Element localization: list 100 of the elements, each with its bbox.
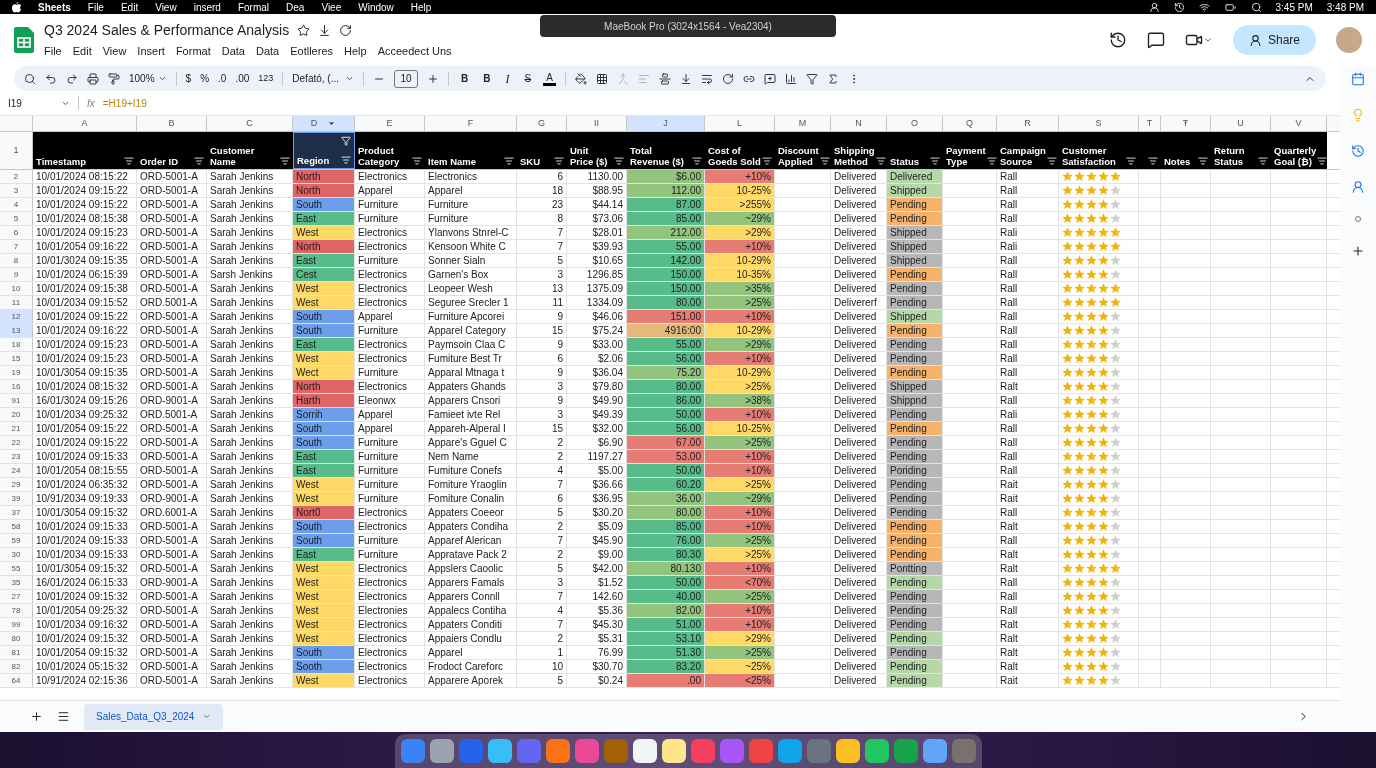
row-header[interactable]: 64: [0, 674, 33, 687]
plus-icon[interactable]: [1351, 244, 1365, 258]
font-dropdown[interactable]: Defató, (...: [292, 71, 354, 86]
menu-item[interactable]: Window: [358, 0, 394, 15]
row-header[interactable]: 7: [0, 240, 33, 253]
filter-icon[interactable]: [805, 72, 818, 85]
history-icon[interactable]: [1108, 31, 1127, 49]
row-header[interactable]: 35: [0, 576, 33, 589]
column-header[interactable]: N: [831, 116, 887, 131]
menu-item[interactable]: Data: [255, 43, 280, 60]
number-format-button[interactable]: 123: [258, 71, 274, 86]
font-size-field[interactable]: 10: [394, 69, 418, 88]
row-header[interactable]: 19: [0, 366, 33, 379]
column-header[interactable]: U: [1211, 116, 1271, 131]
row-header[interactable]: 8: [0, 254, 33, 267]
row-header[interactable]: 99: [0, 618, 33, 631]
undo-icon[interactable]: [45, 72, 57, 85]
menu-item[interactable]: File: [87, 0, 104, 15]
row-header[interactable]: 12: [0, 310, 33, 323]
caret-icon[interactable]: [327, 119, 337, 128]
apple-icon[interactable]: [12, 1, 21, 13]
row-header[interactable]: 11: [0, 296, 33, 309]
row-header[interactable]: 23: [0, 450, 33, 463]
bold-button[interactable]: B: [458, 71, 472, 86]
app-icon[interactable]: [487, 739, 512, 763]
menu-item[interactable]: View: [155, 0, 177, 15]
row-header[interactable]: 24: [0, 464, 33, 477]
row-header[interactable]: 2: [0, 170, 33, 183]
redo-icon[interactable]: [66, 72, 78, 85]
text-color-button[interactable]: A: [543, 71, 556, 86]
borders-icon[interactable]: [595, 72, 608, 85]
app-icon[interactable]: [777, 739, 802, 763]
star-icon[interactable]: [297, 24, 311, 38]
row-header[interactable]: 58: [0, 520, 33, 533]
name-box[interactable]: I19: [8, 95, 70, 111]
menu-item[interactable]: Insert: [137, 43, 165, 60]
sheet-tab[interactable]: Sales_Data_Q3_2024: [84, 703, 224, 730]
menu-item[interactable]: Formal: [237, 0, 270, 15]
row-header[interactable]: 16: [0, 380, 33, 393]
app-icon[interactable]: [661, 739, 686, 763]
caret-icon[interactable]: [1202, 35, 1213, 45]
column-header[interactable]: V: [1271, 116, 1327, 131]
strikethrough-button[interactable]: S: [521, 71, 535, 86]
row-header[interactable]: 39: [0, 492, 33, 505]
row-header[interactable]: 6: [0, 226, 33, 239]
valign-icon[interactable]: [679, 72, 692, 85]
menu-item[interactable]: Eotlleres: [290, 43, 333, 60]
chart-icon[interactable]: [784, 72, 797, 85]
row-header[interactable]: 37: [0, 506, 33, 519]
column-header[interactable]: E: [355, 116, 425, 131]
column-header[interactable]: G: [517, 116, 567, 131]
bold-button[interactable]: B: [480, 71, 494, 86]
increase-decimal-button[interactable]: .00: [235, 71, 250, 86]
column-header[interactable]: Q: [943, 116, 997, 131]
menu-item[interactable]: Edit: [72, 43, 92, 60]
print-icon[interactable]: [87, 72, 99, 85]
column-header[interactable]: O: [887, 116, 943, 131]
vertical-align-icon[interactable]: [658, 72, 671, 85]
rotate-icon[interactable]: [721, 72, 734, 85]
column-header[interactable]: J: [627, 116, 705, 131]
share-button[interactable]: Share: [1232, 25, 1316, 55]
row-header[interactable]: 9: [0, 268, 33, 281]
row-header[interactable]: 21: [0, 422, 33, 435]
menu-item[interactable]: Help: [410, 0, 432, 15]
row-header[interactable]: 29: [0, 478, 33, 491]
user-icon[interactable]: [1148, 1, 1160, 13]
decrease-decimal-button[interactable]: .0: [218, 71, 227, 86]
sheets-logo-icon[interactable]: [14, 27, 34, 53]
column-header[interactable]: A: [33, 116, 137, 131]
row-header[interactable]: 55: [0, 562, 33, 575]
row-header[interactable]: 27: [0, 590, 33, 603]
column-header[interactable]: R: [997, 116, 1059, 131]
wrap-icon[interactable]: [700, 72, 713, 85]
row-header[interactable]: 59: [0, 534, 33, 547]
all-sheets-icon[interactable]: [57, 710, 70, 723]
row-header[interactable]: 5: [0, 212, 33, 225]
menu-item[interactable]: Data: [221, 43, 245, 60]
search-icon[interactable]: [24, 72, 36, 85]
app-icon[interactable]: [632, 739, 657, 763]
row-header[interactable]: 78: [0, 604, 33, 617]
menu-item[interactable]: Format: [175, 43, 211, 60]
app-icon[interactable]: [545, 739, 570, 763]
column-header[interactable]: B: [137, 116, 207, 131]
comment-icon[interactable]: [763, 72, 776, 85]
app-icon[interactable]: [864, 739, 889, 763]
app-icon[interactable]: [922, 739, 947, 763]
menu-item[interactable]: Edit: [120, 0, 139, 15]
battery-icon[interactable]: [1223, 1, 1237, 13]
row-header[interactable]: 10: [0, 282, 33, 295]
column-header[interactable]: D: [293, 116, 355, 131]
menu-item[interactable]: File: [44, 43, 62, 60]
app-icon[interactable]: [835, 739, 860, 763]
italic-button[interactable]: I: [502, 69, 513, 88]
row-header[interactable]: 15: [0, 352, 33, 365]
plus-icon[interactable]: [427, 72, 439, 85]
row-header[interactable]: 81: [0, 646, 33, 659]
zoom-dropdown[interactable]: 100%: [129, 71, 167, 86]
column-header[interactable]: F: [425, 116, 517, 131]
currency-button[interactable]: $: [185, 71, 192, 86]
comment-icon[interactable]: [1146, 31, 1165, 49]
